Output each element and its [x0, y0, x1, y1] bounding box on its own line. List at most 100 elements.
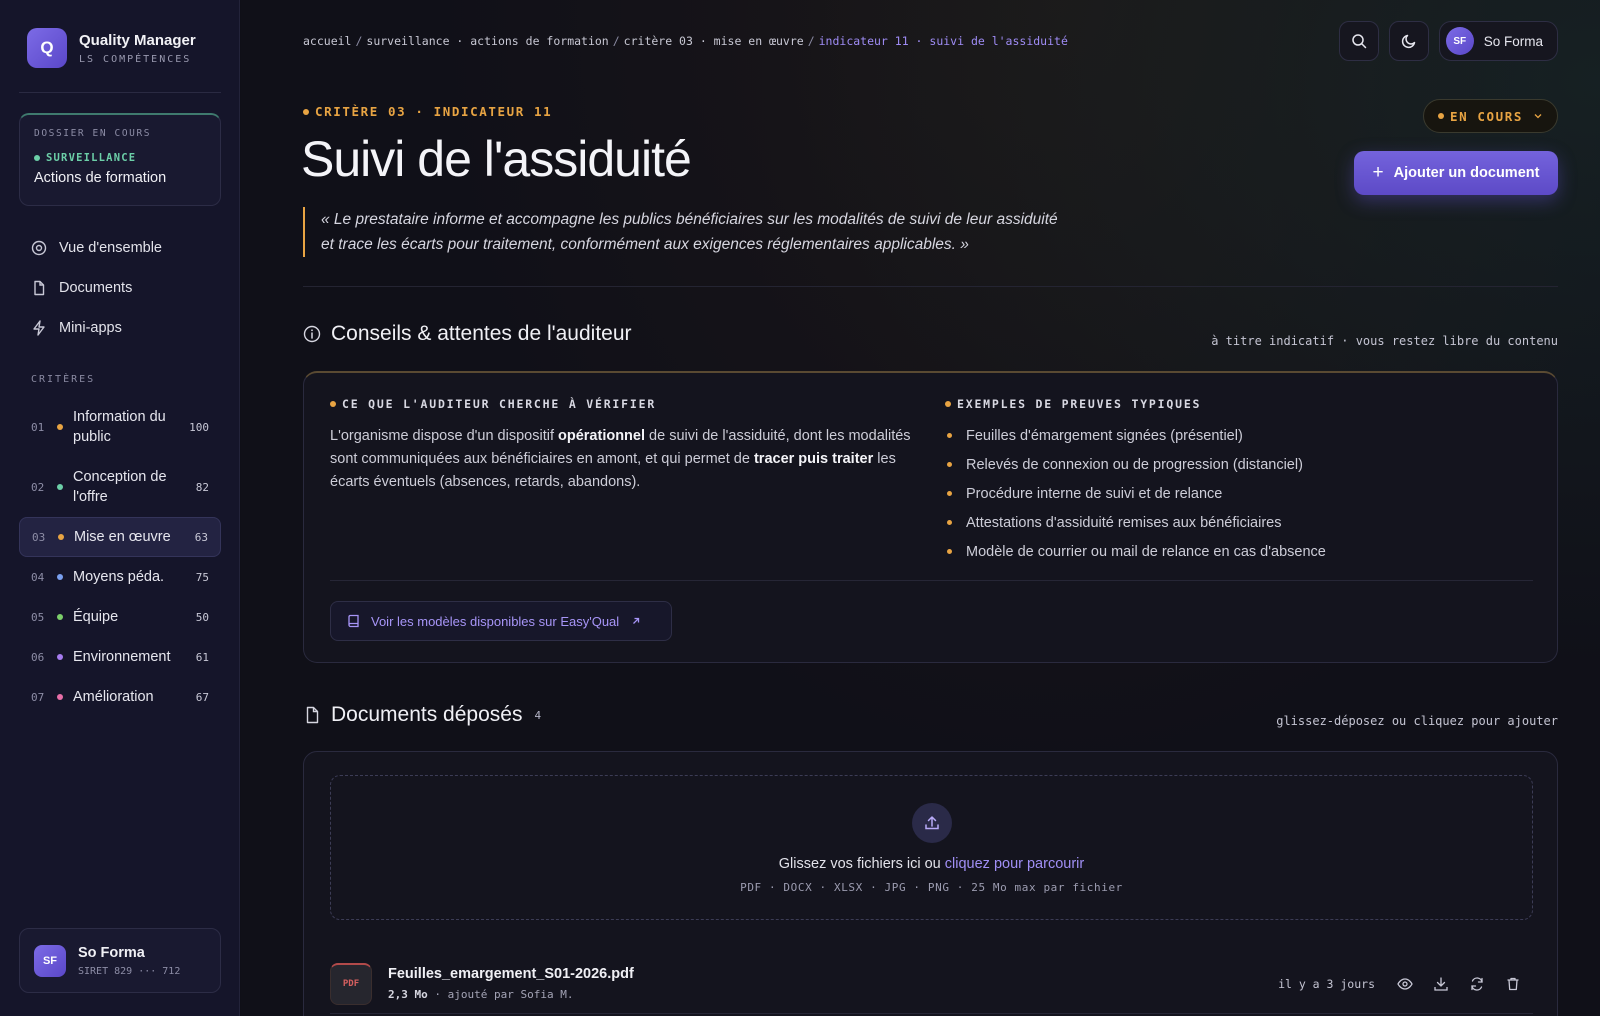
advice-text: L'organisme dispose d'un dispositif opér… [330, 425, 920, 494]
criteria-score: 50 [195, 610, 209, 624]
file-timestamp: il y a 3 jours [1278, 976, 1375, 991]
user-card[interactable]: SF So Forma SIRET 829 ··· 712 [19, 928, 221, 993]
file-dropzone[interactable]: Glissez vos fichiers ici ou cliquez pour… [330, 775, 1533, 920]
theme-toggle-button[interactable] [1388, 21, 1429, 61]
current-dossier-card[interactable]: DOSSIER EN COURS SURVEILLANCE Actions de… [19, 113, 221, 206]
criteria-item-01[interactable]: 01 Information du public 100 [19, 397, 221, 457]
criteria-name: Mise en œuvre [74, 529, 171, 545]
user-siret: SIRET 829 ··· 712 [78, 965, 181, 977]
breadcrumb: accueil / surveillance · actions de format… [303, 34, 1068, 48]
advice-text-part: L'organisme dispose d'un dispositif [330, 428, 558, 444]
download-icon [1434, 976, 1448, 991]
user-menu-name: So Forma [1483, 33, 1543, 49]
criteria-item-05[interactable]: 05 Équipe 50 [19, 597, 221, 637]
bolt-icon [33, 320, 45, 336]
criteria-number: 04 [31, 570, 45, 584]
file-meta: 2,3 Mo · ajouté par Sofia M. [388, 988, 1278, 1001]
breadcrumb-item[interactable]: critère 03 · mise en œuvre [624, 34, 804, 48]
criteria-number: 05 [31, 610, 45, 624]
refresh-icon [1471, 976, 1483, 991]
file-icon [306, 706, 319, 724]
status-dot [1437, 113, 1444, 119]
dossier-label: DOSSIER EN COURS [34, 128, 152, 139]
avatar: SF [1445, 27, 1474, 55]
breadcrumb-item[interactable]: accueil [303, 34, 351, 48]
sidebar-item-mini-apps[interactable]: Mini-apps [19, 308, 221, 348]
replace-button[interactable] [1465, 972, 1489, 996]
bullet-dot [947, 491, 952, 496]
bullet-dot [947, 462, 952, 467]
external-link-icon [633, 617, 640, 624]
search-button[interactable] [1338, 21, 1379, 61]
accepted-formats: PDF · DOCX · XLSX · JPG · PNG · 25 Mo ma… [740, 881, 1123, 894]
user-menu-button[interactable]: SF So Forma [1438, 21, 1558, 61]
advice-left-column: CE QUE L'AUDITEUR CHERCHE À VÉRIFIER L'o… [330, 397, 920, 494]
dropzone-text: Glissez vos fichiers ici ou cliquez pour… [779, 856, 1084, 872]
file-actions [1393, 972, 1525, 996]
criteria-list: 01 Information du public 100 02 Concepti… [19, 397, 221, 717]
criteria-item-07[interactable]: 07 Amélioration 67 [19, 677, 221, 717]
file-icon [34, 280, 45, 296]
bullet-dot [945, 401, 951, 407]
criteria-item-03[interactable]: 03 Mise en œuvre 63 [19, 517, 221, 557]
sidebar-divider [19, 92, 221, 93]
column-heading: CE QUE L'AUDITEUR CHERCHE À VÉRIFIER [330, 397, 920, 411]
criteria-number: 02 [31, 480, 45, 494]
pdf-file-icon: PDF [330, 962, 372, 1005]
status-dropdown[interactable]: EN COURS [1422, 99, 1558, 133]
dropzone-label: Glissez vos fichiers ici ou [778, 856, 945, 872]
list-item: Feuilles d'émargement signées (présentie… [945, 421, 1535, 450]
preview-button[interactable] [1393, 972, 1417, 996]
moon-icon [1401, 34, 1415, 49]
documents-note: glissez-déposez ou cliquez pour ajouter [1276, 714, 1558, 728]
browse-link[interactable]: cliquez pour parcourir [945, 856, 1084, 872]
advice-text-bold: opérationnel [558, 428, 646, 444]
sidebar-item-label: Mini-apps [59, 320, 122, 336]
bullet-dot [330, 401, 336, 407]
easyqual-templates-link[interactable]: Voir les modèles disponibles sur Easy'Qu… [330, 601, 672, 641]
list-item-label: Procédure interne de suivi et de relance [966, 485, 1223, 502]
criteria-dot [57, 484, 63, 490]
table-row[interactable]: PDF Feuilles_emargement_S01-2026.pdf 2,3… [330, 954, 1533, 1014]
file-uploader: · ajouté par Sofia M. [427, 988, 574, 1001]
download-button[interactable] [1429, 972, 1453, 996]
main-content: accueil / surveillance · actions de format… [241, 0, 1600, 1016]
sidebar-nav: Vue d'ensemble Documents Mini-apps [19, 228, 221, 348]
criteria-name: Moyens péda. [73, 569, 165, 585]
advice-note: à titre indicatif · vous restez libre du… [1211, 334, 1558, 348]
sidebar-item-label: Vue d'ensemble [59, 240, 162, 256]
criteria-name: Conception de l'offre [73, 469, 167, 505]
dossier-name: Actions de formation [34, 170, 167, 186]
file-name[interactable]: Feuilles_emargement_S01-2026.pdf [388, 966, 1278, 982]
file-size: 2,3 Mo [388, 988, 428, 1001]
advice-card: CE QUE L'AUDITEUR CHERCHE À VÉRIFIER L'o… [303, 371, 1558, 663]
breadcrumb-item[interactable]: surveillance · actions de formation [366, 34, 608, 48]
add-document-button[interactable]: + Ajouter un document [1354, 151, 1558, 195]
sidebar-item-overview[interactable]: Vue d'ensemble [19, 228, 221, 268]
sidebar-item-label: Documents [59, 280, 133, 296]
criteria-item-02[interactable]: 02 Conception de l'offre 82 [19, 457, 221, 517]
criteria-score: 82 [195, 480, 209, 494]
criteria-score: 63 [194, 530, 208, 544]
delete-button[interactable] [1501, 972, 1525, 996]
eye-icon [1397, 977, 1413, 990]
brand-title: Quality Manager [79, 31, 196, 49]
add-document-label: Ajouter un document [1393, 165, 1540, 181]
criteria-item-06[interactable]: 06 Environnement 61 [19, 637, 221, 677]
proof-list: Feuilles d'émargement signées (présentie… [945, 421, 1535, 566]
list-item: Procédure interne de suivi et de relance [945, 479, 1535, 508]
criteria-score: 100 [189, 420, 209, 434]
info-icon [303, 325, 321, 343]
sidebar-item-documents[interactable]: Documents [19, 268, 221, 308]
criterion-tag: CRITÈRE 03 · INDICATEUR 11 [303, 104, 552, 119]
top-actions: SF So Forma [1338, 21, 1558, 61]
bullet-dot [947, 520, 952, 525]
breadcrumb-current: indicateur 11 · suivi de l'assiduité [818, 34, 1068, 48]
column-heading: EXEMPLES DE PREUVES TYPIQUES [945, 397, 1535, 411]
criteria-item-04[interactable]: 04 Moyens péda. 75 [19, 557, 221, 597]
criteria-score: 75 [195, 570, 209, 584]
brand[interactable]: Q Quality Manager LS COMPÉTENCES [27, 28, 196, 68]
criteria-dot [57, 694, 63, 700]
criteria-number: 03 [32, 530, 46, 544]
criteria-name: Équipe [73, 609, 119, 625]
